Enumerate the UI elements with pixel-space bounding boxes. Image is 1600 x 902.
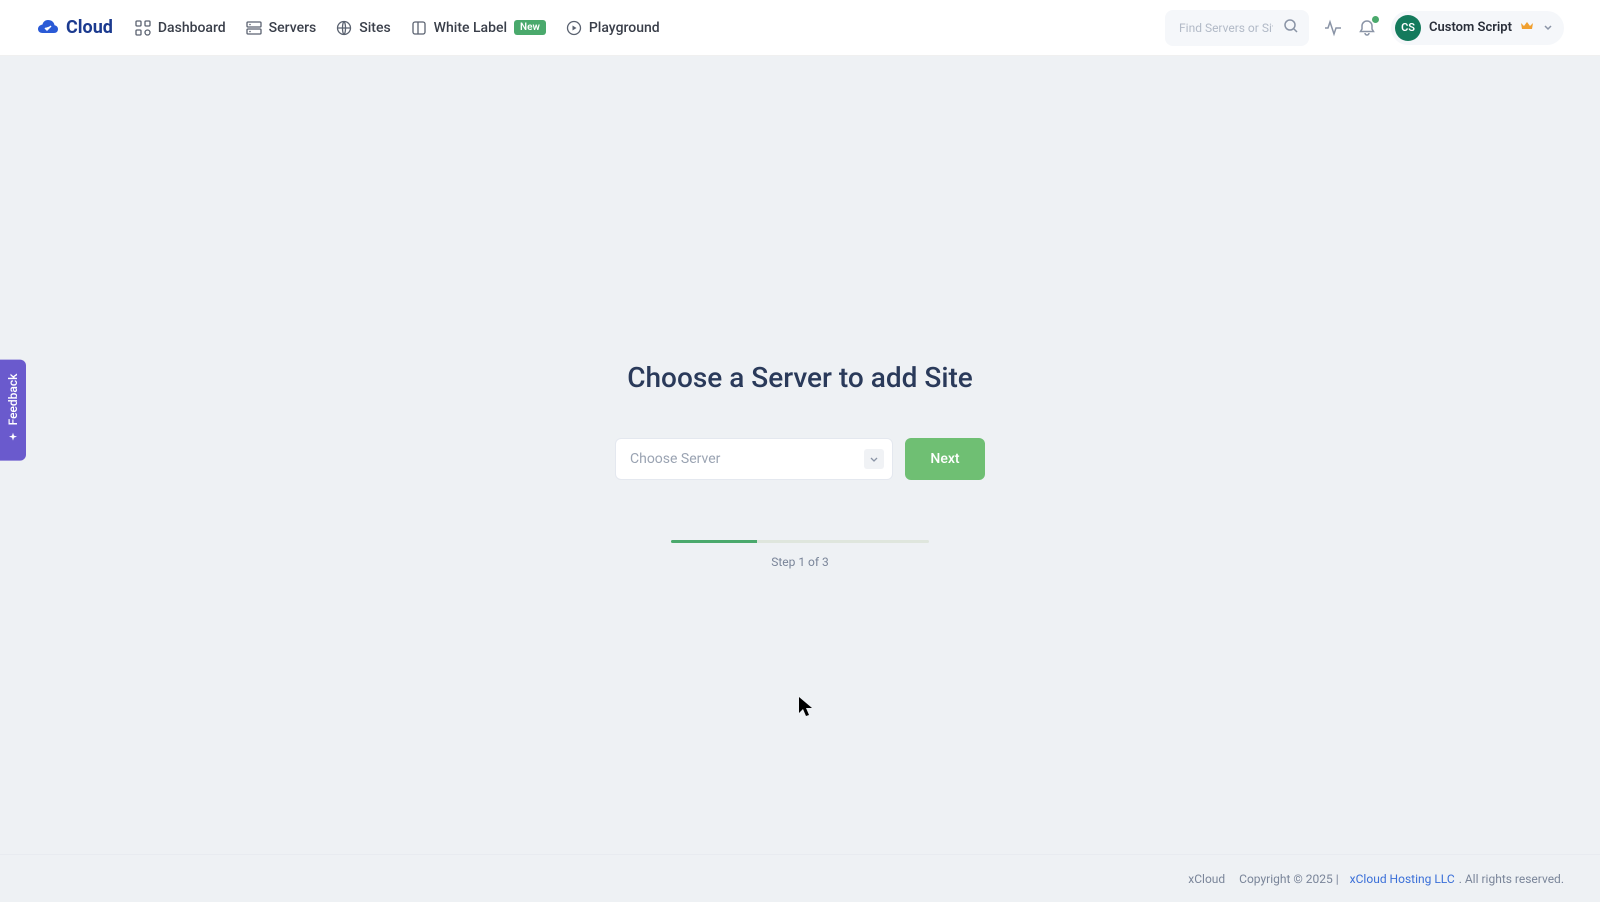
select-placeholder: Choose Server xyxy=(630,451,720,467)
sparkle-icon xyxy=(7,431,19,446)
nav-white-label[interactable]: White Label New xyxy=(411,20,546,36)
nav-dashboard[interactable]: Dashboard xyxy=(135,20,226,36)
user-name: Custom Script xyxy=(1429,20,1512,35)
footer-product: xCloud xyxy=(1188,872,1225,886)
header-right: CS Custom Script xyxy=(1165,10,1564,46)
footer: xCloud Copyright © 2025 | xCloud Hosting… xyxy=(0,854,1600,902)
search-icon[interactable] xyxy=(1283,18,1299,38)
header-left: Cloud Dashboard Servers Sites White Labe… xyxy=(36,16,660,40)
user-menu[interactable]: CS Custom Script xyxy=(1391,11,1564,45)
feedback-tab[interactable]: Feedback xyxy=(0,360,26,461)
brand-name: Cloud xyxy=(66,17,113,38)
brand-logo[interactable]: Cloud xyxy=(36,16,113,40)
activity-icon[interactable] xyxy=(1323,18,1343,38)
nav-white-label-label: White Label xyxy=(434,20,507,36)
globe-icon xyxy=(336,20,352,36)
page-title: Choose a Server to add Site xyxy=(627,361,973,394)
nav-sites[interactable]: Sites xyxy=(336,20,390,36)
nav-servers-label: Servers xyxy=(269,20,317,36)
tag-icon xyxy=(411,20,427,36)
nav-playground[interactable]: Playground xyxy=(566,20,660,36)
server-icon xyxy=(246,20,262,36)
footer-link[interactable]: xCloud Hosting LLC xyxy=(1350,872,1455,886)
top-nav-bar: Cloud Dashboard Servers Sites White Labe… xyxy=(0,0,1600,56)
server-form-row: Choose Server Next xyxy=(615,438,985,480)
bell-icon[interactable] xyxy=(1357,18,1377,38)
nav-servers[interactable]: Servers xyxy=(246,20,317,36)
crown-icon xyxy=(1520,18,1534,37)
cloud-logo-icon xyxy=(36,16,60,40)
main-content: Choose a Server to add Site Choose Serve… xyxy=(0,56,1600,854)
new-badge: New xyxy=(514,20,546,35)
choose-server-select[interactable]: Choose Server xyxy=(615,438,893,480)
grid-icon xyxy=(135,20,151,36)
step-indicator: Step 1 of 3 xyxy=(771,555,829,569)
nav-dashboard-label: Dashboard xyxy=(158,20,226,36)
avatar: CS xyxy=(1395,15,1421,41)
next-button[interactable]: Next xyxy=(905,438,985,480)
chevron-down-icon xyxy=(1542,18,1554,37)
progress-bar xyxy=(671,540,929,543)
nav-playground-label: Playground xyxy=(589,20,660,36)
footer-copyright: Copyright © 2025 | xyxy=(1239,872,1339,886)
footer-tail: . All rights reserved. xyxy=(1459,872,1564,886)
main-nav: Dashboard Servers Sites White Label New … xyxy=(135,20,660,36)
progress-section: Step 1 of 3 xyxy=(671,540,929,569)
notification-dot xyxy=(1372,16,1379,23)
progress-fill xyxy=(671,540,757,543)
play-icon xyxy=(566,20,582,36)
search-wrap xyxy=(1165,10,1309,46)
chevron-down-icon xyxy=(864,449,884,469)
nav-sites-label: Sites xyxy=(359,20,390,36)
feedback-label: Feedback xyxy=(6,374,20,426)
